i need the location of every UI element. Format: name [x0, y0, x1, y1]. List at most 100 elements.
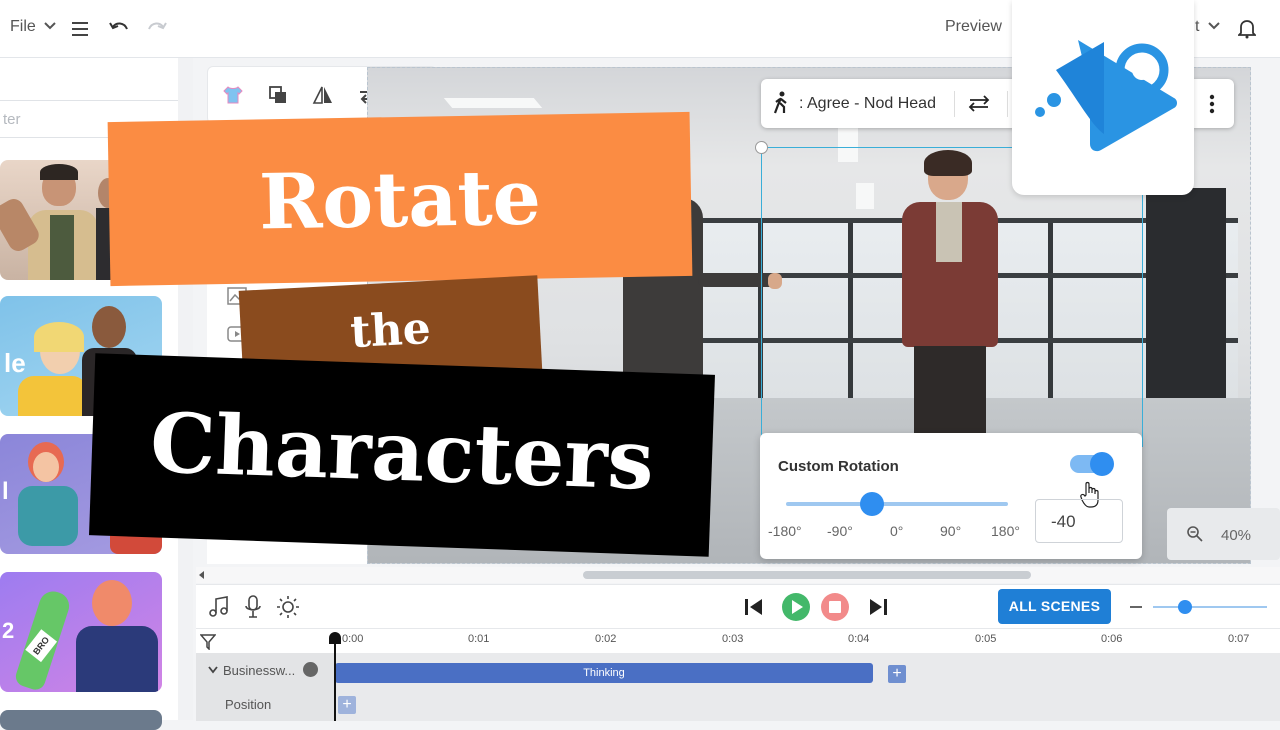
- add-position-button[interactable]: +: [338, 696, 356, 714]
- ceiling-light: [443, 98, 543, 108]
- rotation-slider-knob[interactable]: [860, 492, 885, 516]
- add-clip-button[interactable]: +: [888, 665, 906, 683]
- chevron-down-icon: [1208, 22, 1220, 30]
- character-pack-thumbnail[interactable]: 2 BRO: [0, 572, 162, 692]
- bottle-label: BRO: [25, 629, 58, 663]
- chevron-down-icon: [44, 22, 56, 30]
- microphone-icon[interactable]: [244, 595, 262, 619]
- custom-rotation-title: Custom Rotation: [778, 458, 899, 475]
- selection-handle[interactable]: [755, 141, 768, 154]
- rotation-toggle-knob: [1090, 452, 1114, 476]
- slider-tick-label: 0°: [890, 523, 904, 539]
- playhead[interactable]: [334, 635, 336, 721]
- undo-icon[interactable]: [108, 19, 130, 37]
- custom-rotation-panel: Custom Rotation -180° -90° 0° 90° 180° -…: [760, 433, 1142, 559]
- divider: [954, 91, 955, 117]
- export-menu-label: t: [1195, 18, 1200, 35]
- character-body: [18, 376, 88, 416]
- scroll-left-icon[interactable]: [198, 571, 206, 579]
- rotation-slider[interactable]: [786, 492, 1008, 516]
- walking-person-icon: [773, 91, 787, 114]
- play-button[interactable]: [782, 593, 810, 621]
- timeline-tick: 0:06: [1101, 633, 1123, 645]
- file-menu-label: File: [10, 18, 36, 35]
- character-face: [33, 452, 59, 482]
- bell-icon[interactable]: [1238, 19, 1256, 39]
- timeline-tick: 0:02: [595, 633, 617, 645]
- stop-button[interactable]: [821, 593, 849, 621]
- banner-text-characters: Characters: [148, 395, 656, 509]
- skip-forward-icon[interactable]: [868, 598, 888, 616]
- woman-character-hair: [924, 150, 972, 176]
- logo-mark-icon: [1035, 40, 1177, 152]
- divider: [1007, 91, 1008, 117]
- thumbnail-title: l: [2, 478, 9, 505]
- zoom-control: 40%: [1167, 508, 1280, 560]
- timeline-tick: 0:00: [342, 633, 364, 645]
- title-banner-characters: Characters: [89, 353, 715, 557]
- character-hair: [34, 322, 84, 352]
- slider-tick-label: -90°: [827, 523, 853, 539]
- character-hair: [40, 164, 78, 180]
- track-name: Businessw...: [223, 663, 296, 678]
- more-vertical-icon[interactable]: [1208, 93, 1216, 115]
- character-face: [92, 306, 126, 348]
- timeline-tick: 0:03: [722, 633, 744, 645]
- skip-back-icon[interactable]: [744, 598, 764, 616]
- bottle-illustration: BRO: [13, 587, 73, 692]
- all-scenes-button[interactable]: ALL SCENES: [998, 589, 1111, 624]
- timeline-zoom-knob[interactable]: [1178, 600, 1192, 614]
- chevron-down-icon[interactable]: [208, 666, 218, 674]
- timeline-tick: 0:01: [468, 633, 490, 645]
- thumbnail-title: 2: [2, 618, 15, 643]
- canvas-horizontal-scrollbar[interactable]: [196, 567, 1280, 583]
- timeline-zoom-minus-icon[interactable]: [1130, 606, 1142, 608]
- redo-icon[interactable]: [146, 19, 168, 37]
- timeline-zoom-slider[interactable]: [1153, 600, 1267, 614]
- thumbnail-title: le: [4, 348, 26, 378]
- woman-character-shirt: [936, 202, 962, 262]
- slider-tick-label: -180°: [768, 523, 802, 539]
- character-shirt: [50, 215, 74, 280]
- timeline-tick: 0:04: [848, 633, 870, 645]
- preview-button[interactable]: Preview: [945, 18, 1002, 36]
- menu-icon[interactable]: [72, 21, 90, 37]
- action-name[interactable]: : Agree - Nod Head: [799, 95, 936, 113]
- file-menu[interactable]: File: [10, 18, 56, 36]
- slider-tick-label: 180°: [991, 523, 1020, 539]
- zoom-out-icon[interactable]: [1187, 526, 1203, 542]
- flip-icon[interactable]: [312, 85, 334, 105]
- export-menu[interactable]: t: [1195, 18, 1220, 36]
- woman-character-legs: [914, 346, 986, 436]
- track-options-icon[interactable]: [303, 662, 318, 677]
- banner-text-rotate: Rotate: [258, 152, 542, 247]
- banner-text-the: the: [349, 302, 432, 359]
- playback-controls: [196, 584, 1280, 628]
- timeline-tick: 0:07: [1228, 633, 1250, 645]
- animation-clip[interactable]: Thinking: [335, 663, 873, 683]
- zoom-level: 40%: [1221, 527, 1252, 544]
- play-icon: [792, 600, 803, 614]
- layer-order-icon[interactable]: [268, 85, 288, 105]
- playhead-handle[interactable]: [329, 632, 341, 644]
- rotation-value-input[interactable]: -40: [1035, 499, 1123, 543]
- character-face: [92, 580, 132, 626]
- scrollbar-thumb[interactable]: [583, 571, 1031, 579]
- stop-icon: [829, 601, 841, 613]
- effects-icon[interactable]: [276, 595, 300, 619]
- character-pack-thumbnail[interactable]: [0, 710, 162, 730]
- music-icon[interactable]: [208, 595, 230, 619]
- app-logo: [1012, 0, 1194, 195]
- action-popup: : Agree - Nod Head: [761, 79, 1034, 128]
- character-body: [18, 486, 78, 546]
- rotation-toggle[interactable]: [1070, 452, 1114, 476]
- position-label: Position: [225, 697, 272, 712]
- title-banner-rotate: Rotate: [107, 111, 693, 287]
- action-more-popup: [1188, 79, 1234, 128]
- character-body: [76, 626, 158, 692]
- swap-direction-icon[interactable]: [966, 93, 992, 113]
- slider-tick-label: 90°: [940, 523, 962, 539]
- filter-icon[interactable]: [200, 634, 216, 650]
- timeline-tick: 0:05: [975, 633, 997, 645]
- tshirt-icon[interactable]: [222, 85, 244, 105]
